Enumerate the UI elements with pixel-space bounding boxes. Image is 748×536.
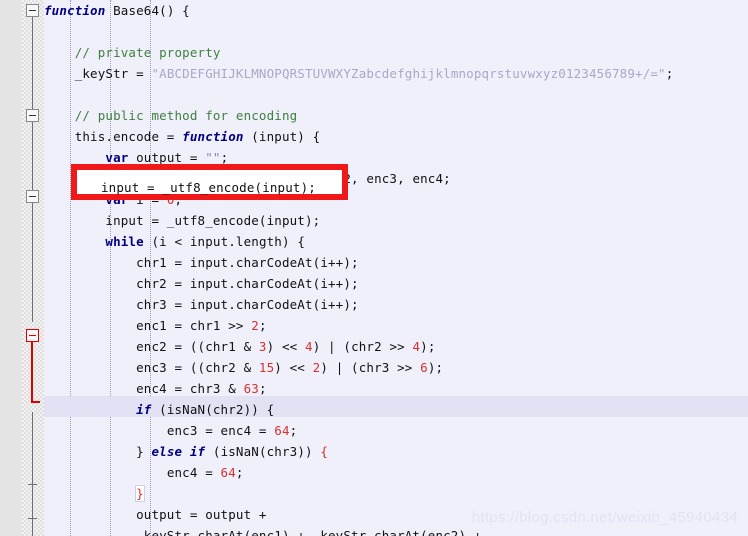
source-code[interactable]: function Base64() { // private property … bbox=[44, 0, 748, 536]
watermark: https://blog.csdn.net/weixin_45940434 bbox=[471, 509, 738, 526]
code-line-22: } else if (isNaN(chr3)) { bbox=[136, 444, 329, 459]
code-line-21: enc3 = enc4 = 64; bbox=[166, 423, 298, 438]
fold-toggle-while-loop[interactable] bbox=[26, 190, 39, 203]
code-editor-screenshot: // function Base64() { // private proper… bbox=[0, 0, 748, 536]
code-folding-gutter[interactable] bbox=[22, 0, 44, 536]
annotation-highlight-box: input = _utf8_encode(input); bbox=[71, 164, 348, 200]
code-line-12: while (i < input.length) { bbox=[105, 234, 305, 249]
fold-tick-return-block bbox=[28, 484, 37, 485]
code-line-20: if (isNaN(chr2)) { bbox=[136, 402, 275, 417]
fold-range-if-isnan bbox=[31, 342, 33, 403]
code-line-24: } bbox=[44, 483, 748, 504]
code-line-1: function Base64() { bbox=[44, 3, 190, 18]
code-line-16: enc1 = chr1 >> 2; bbox=[136, 318, 267, 333]
fold-range-if-isnan-foot bbox=[31, 401, 40, 403]
code-line-19: enc4 = chr3 & 63; bbox=[136, 381, 267, 396]
fold-tick-end-block bbox=[28, 518, 37, 519]
fold-tree-line-upper bbox=[32, 17, 33, 322]
code-line-23: enc4 = 64; bbox=[166, 465, 244, 480]
code-line-26: _keyStr.charAt(enc1) + _keyStr.charAt(en… bbox=[136, 528, 482, 536]
fold-toggle-if-isnan[interactable] bbox=[26, 329, 39, 342]
fold-toggle-this-encode[interactable] bbox=[26, 109, 39, 122]
code-line-18: enc3 = ((chr2 & 15) << 2) | (chr3 >> 6); bbox=[136, 360, 444, 375]
annotation-highlight-text: input = _utf8_encode(input); bbox=[101, 180, 316, 195]
code-line-4: _keyStr = "ABCDEFGHIJKLMNOPQRSTUVWXYZabc… bbox=[74, 66, 674, 81]
code-line-15: chr3 = input.charCodeAt(i++); bbox=[136, 297, 359, 312]
code-line-11: input = _utf8_encode(input); bbox=[105, 213, 321, 228]
bracket-match-highlight: } bbox=[135, 485, 145, 502]
code-line-6: // public method for encoding bbox=[74, 108, 298, 123]
code-line-14: chr2 = input.charCodeAt(i++); bbox=[136, 276, 359, 291]
code-line-13: chr1 = input.charCodeAt(i++); bbox=[136, 255, 359, 270]
fold-toggle-function-base64[interactable] bbox=[26, 4, 39, 17]
line-number-gutter[interactable] bbox=[0, 0, 22, 536]
code-line-7: this.encode = function (input) { bbox=[74, 129, 321, 144]
code-line-17: enc2 = ((chr1 & 3) << 4) | (chr2 >> 4); bbox=[136, 339, 436, 354]
code-text-area[interactable]: function Base64() { // private property … bbox=[44, 0, 748, 536]
code-line-3: // private property bbox=[74, 45, 221, 60]
